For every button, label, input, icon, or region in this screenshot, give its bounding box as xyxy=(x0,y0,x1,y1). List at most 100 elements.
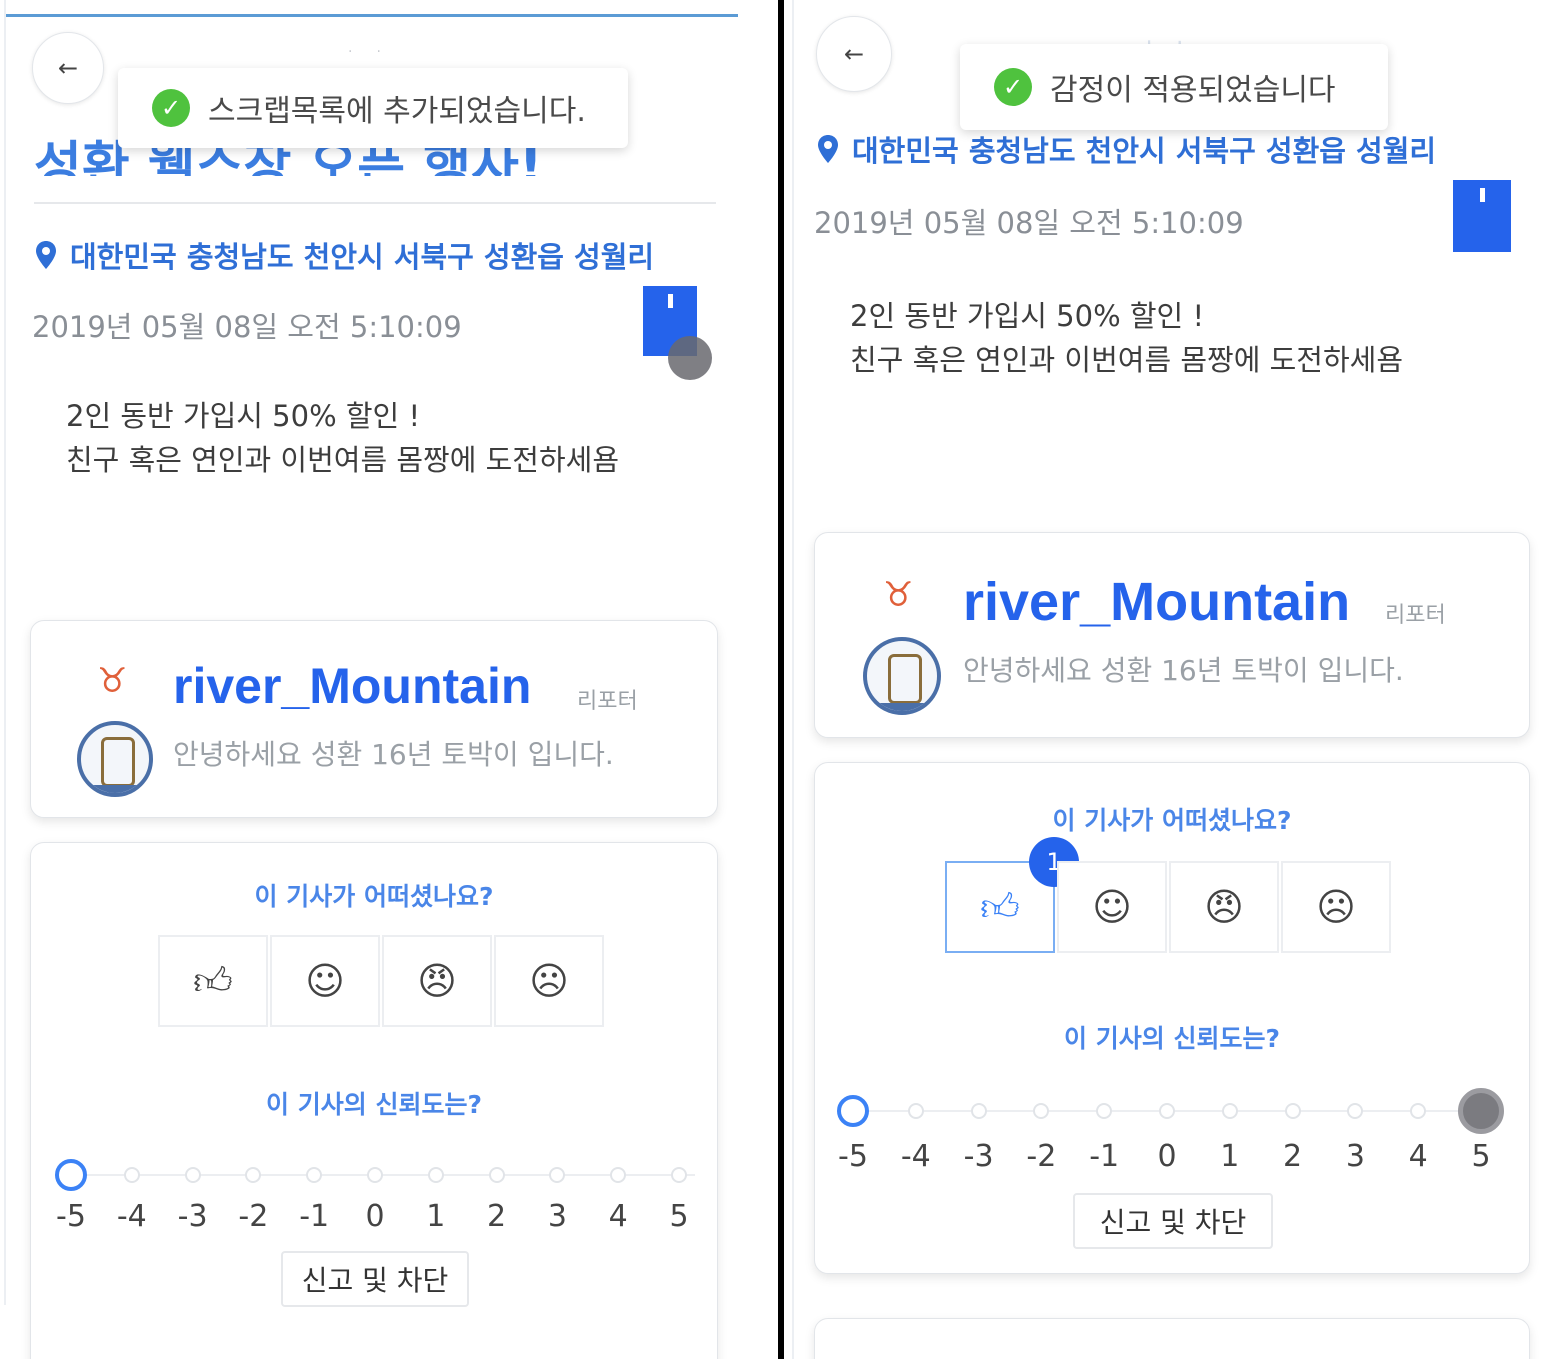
angry-icon: 😠︎ xyxy=(417,959,457,1003)
slider-tick[interactable] xyxy=(367,1167,383,1183)
reporter-card[interactable]: ♉ river_Mountain 리포터 안녕하세요 성환 16년 토박이 입니… xyxy=(814,532,1530,738)
toast-message: 감정이 적용되었습니다 xyxy=(1050,73,1336,108)
slider-tick-label: -5 xyxy=(56,1199,86,1234)
slider-tick-label: -4 xyxy=(116,1199,147,1234)
slider-tick[interactable] xyxy=(671,1167,687,1183)
trust-question: 이 기사의 신뢰도는? xyxy=(1064,1024,1280,1053)
reaction-smile-button[interactable]: ☺ xyxy=(270,935,380,1027)
body-line-2: 친구 혹은 연인과 이번여름 몸짱에 도전하세욤 xyxy=(850,343,1404,377)
smile-icon: ☺ xyxy=(305,959,345,1003)
arrow-left-icon: ← xyxy=(57,54,79,82)
article-body: 2인 동반 가입시 50% 할인 ! 친구 혹은 연인과 이번여름 몸짱에 도전… xyxy=(66,394,619,482)
slider-tick[interactable] xyxy=(245,1167,262,1183)
title-divider xyxy=(34,202,716,204)
slider-tick-label: -2 xyxy=(238,1199,269,1234)
slider-thumb[interactable] xyxy=(837,1095,869,1127)
slider-tick[interactable] xyxy=(970,1103,987,1119)
back-button[interactable]: ← xyxy=(32,32,104,104)
reaction-question: 이 기사가 어떠셨나요? xyxy=(1052,806,1292,835)
slider-tick[interactable] xyxy=(123,1167,140,1183)
touch-indicator xyxy=(1458,1088,1504,1134)
check-circle-icon: ✓ xyxy=(152,89,190,127)
slider-tick[interactable] xyxy=(306,1167,323,1183)
article-body: 2인 동반 가입시 50% 할인 ! 친구 혹은 연인과 이번여름 몸짱에 도전… xyxy=(850,294,1403,382)
toast-message: 스크랩목록에 추가되었습니다. xyxy=(208,94,586,129)
next-card xyxy=(814,1318,1530,1359)
reporter-role: 리포터 xyxy=(577,689,638,714)
arrow-left-icon: ← xyxy=(843,40,865,68)
emotion-toast: ✓ 감정이 적용되었습니다 xyxy=(960,44,1388,130)
location-pin-icon xyxy=(818,135,838,163)
trust-question: 이 기사의 신뢰도는? xyxy=(266,1090,482,1119)
reaction-angry-button[interactable]: 😠︎ xyxy=(1169,861,1279,953)
reaction-smile-button[interactable]: ☺ xyxy=(1057,861,1167,953)
slider-tick[interactable] xyxy=(1033,1103,1050,1119)
trust-slider[interactable] xyxy=(837,1088,1504,1134)
slider-tick[interactable] xyxy=(1096,1103,1113,1119)
report-block-button[interactable]: 신고 및 차단 xyxy=(281,1251,469,1307)
touch-indicator xyxy=(668,336,712,380)
feedback-card: 이 기사가 어떠셨나요? 👍︎ ☺ 😠︎ ☹ 이 기사의 신뢰도는? -5 -4-… xyxy=(30,842,718,1359)
location-row[interactable]: 대한민국 충청남도 천안시 서북구 성환읍 성월리 xyxy=(34,234,654,276)
slider-thumb[interactable] xyxy=(55,1159,87,1191)
location-row[interactable]: 대한민국 충청남도 천안시 서북구 성환읍 성월리 xyxy=(816,128,1436,170)
reporter-bio: 안녕하세요 성환 16년 토박이 입니다. xyxy=(173,738,614,771)
slider-tick-label: -3 xyxy=(963,1139,994,1174)
taurus-badge-icon: ♉ xyxy=(97,661,128,701)
bookmark-icon[interactable] xyxy=(1453,180,1511,252)
slider-tick-label: 2 xyxy=(487,1199,507,1234)
location-text: 대한민국 충청남도 천안시 서북구 성환읍 성월리 xyxy=(852,134,1437,168)
slider-tick[interactable] xyxy=(1284,1103,1301,1119)
reaction-buttons: 👍︎ ☺ 😠︎ ☹ xyxy=(158,935,606,1027)
reporter-name[interactable]: river_Mountain xyxy=(963,571,1350,633)
slider-tick[interactable] xyxy=(1347,1103,1364,1119)
slider-tick-label: 3 xyxy=(1345,1139,1365,1174)
slider-tick[interactable] xyxy=(488,1167,505,1183)
smile-icon: ☺ xyxy=(1092,885,1132,929)
page-dots: ·· xyxy=(348,44,405,60)
slider-tick-label: -3 xyxy=(177,1199,208,1234)
body-line-2: 친구 혹은 연인과 이번여름 몸짱에 도전하세욤 xyxy=(66,443,620,477)
slider-tick[interactable] xyxy=(427,1167,444,1183)
reaction-like-button[interactable]: 👍︎ xyxy=(158,935,268,1027)
slider-tick-label: 5 xyxy=(1471,1139,1491,1174)
reaction-angry-button[interactable]: 😠︎ xyxy=(382,935,492,1027)
trust-slider[interactable] xyxy=(55,1155,695,1195)
progress-line xyxy=(5,14,738,17)
reaction-like-button[interactable]: 👍︎ 1 xyxy=(945,837,1079,953)
slider-tick[interactable] xyxy=(184,1167,201,1183)
thumbs-up-icon: 👍︎ xyxy=(193,959,233,1003)
slider-tick[interactable] xyxy=(549,1167,566,1183)
reporter-card[interactable]: ♉ river_Mountain 리포터 안녕하세요 성환 16년 토박이 입니… xyxy=(30,620,718,818)
reaction-sad-button[interactable]: ☹ xyxy=(1281,861,1391,953)
reporter-name[interactable]: river_Mountain xyxy=(173,657,531,715)
right-screen: ← 뉴스 ✓ 감정이 적용되었습니다 대한민국 충청남도 천안시 서북구 성환읍… xyxy=(784,0,1547,1359)
thumbs-up-icon: 👍︎ xyxy=(980,885,1020,929)
slider-tick-label: -1 xyxy=(299,1199,330,1234)
back-button[interactable]: ← xyxy=(816,16,892,92)
avatar[interactable] xyxy=(77,721,153,797)
slider-tick-label: -1 xyxy=(1089,1139,1120,1174)
sad-icon: ☹ xyxy=(529,959,569,1003)
avatar[interactable] xyxy=(863,637,941,715)
slider-tick[interactable] xyxy=(610,1167,627,1183)
slider-tick-label: 5 xyxy=(669,1199,689,1234)
report-block-button[interactable]: 신고 및 차단 xyxy=(1073,1193,1273,1249)
reaction-sad-button[interactable]: ☹ xyxy=(494,935,604,1027)
slider-tick-label: 1 xyxy=(1220,1139,1240,1174)
location-pin-icon xyxy=(36,241,56,269)
check-circle-icon: ✓ xyxy=(994,68,1032,106)
location-text: 대한민국 충청남도 천안시 서북구 성환읍 성월리 xyxy=(70,240,655,274)
slider-tick[interactable] xyxy=(1410,1103,1427,1119)
slider-tick-label: 0 xyxy=(1157,1139,1177,1174)
sad-icon: ☹ xyxy=(1316,885,1356,929)
slider-tick-label: -5 xyxy=(838,1139,868,1174)
slider-tick[interactable] xyxy=(1159,1103,1175,1119)
body-line-1: 2인 동반 가입시 50% 할인 ! xyxy=(850,299,1205,333)
edge-line xyxy=(4,0,6,1305)
slider-tick-label: -4 xyxy=(900,1139,931,1174)
slider-tick[interactable] xyxy=(1221,1103,1238,1119)
slider-tick[interactable] xyxy=(907,1103,924,1119)
taurus-badge-icon: ♉ xyxy=(883,575,914,615)
body-line-1: 2인 동반 가입시 50% 할인 ! xyxy=(66,399,421,433)
